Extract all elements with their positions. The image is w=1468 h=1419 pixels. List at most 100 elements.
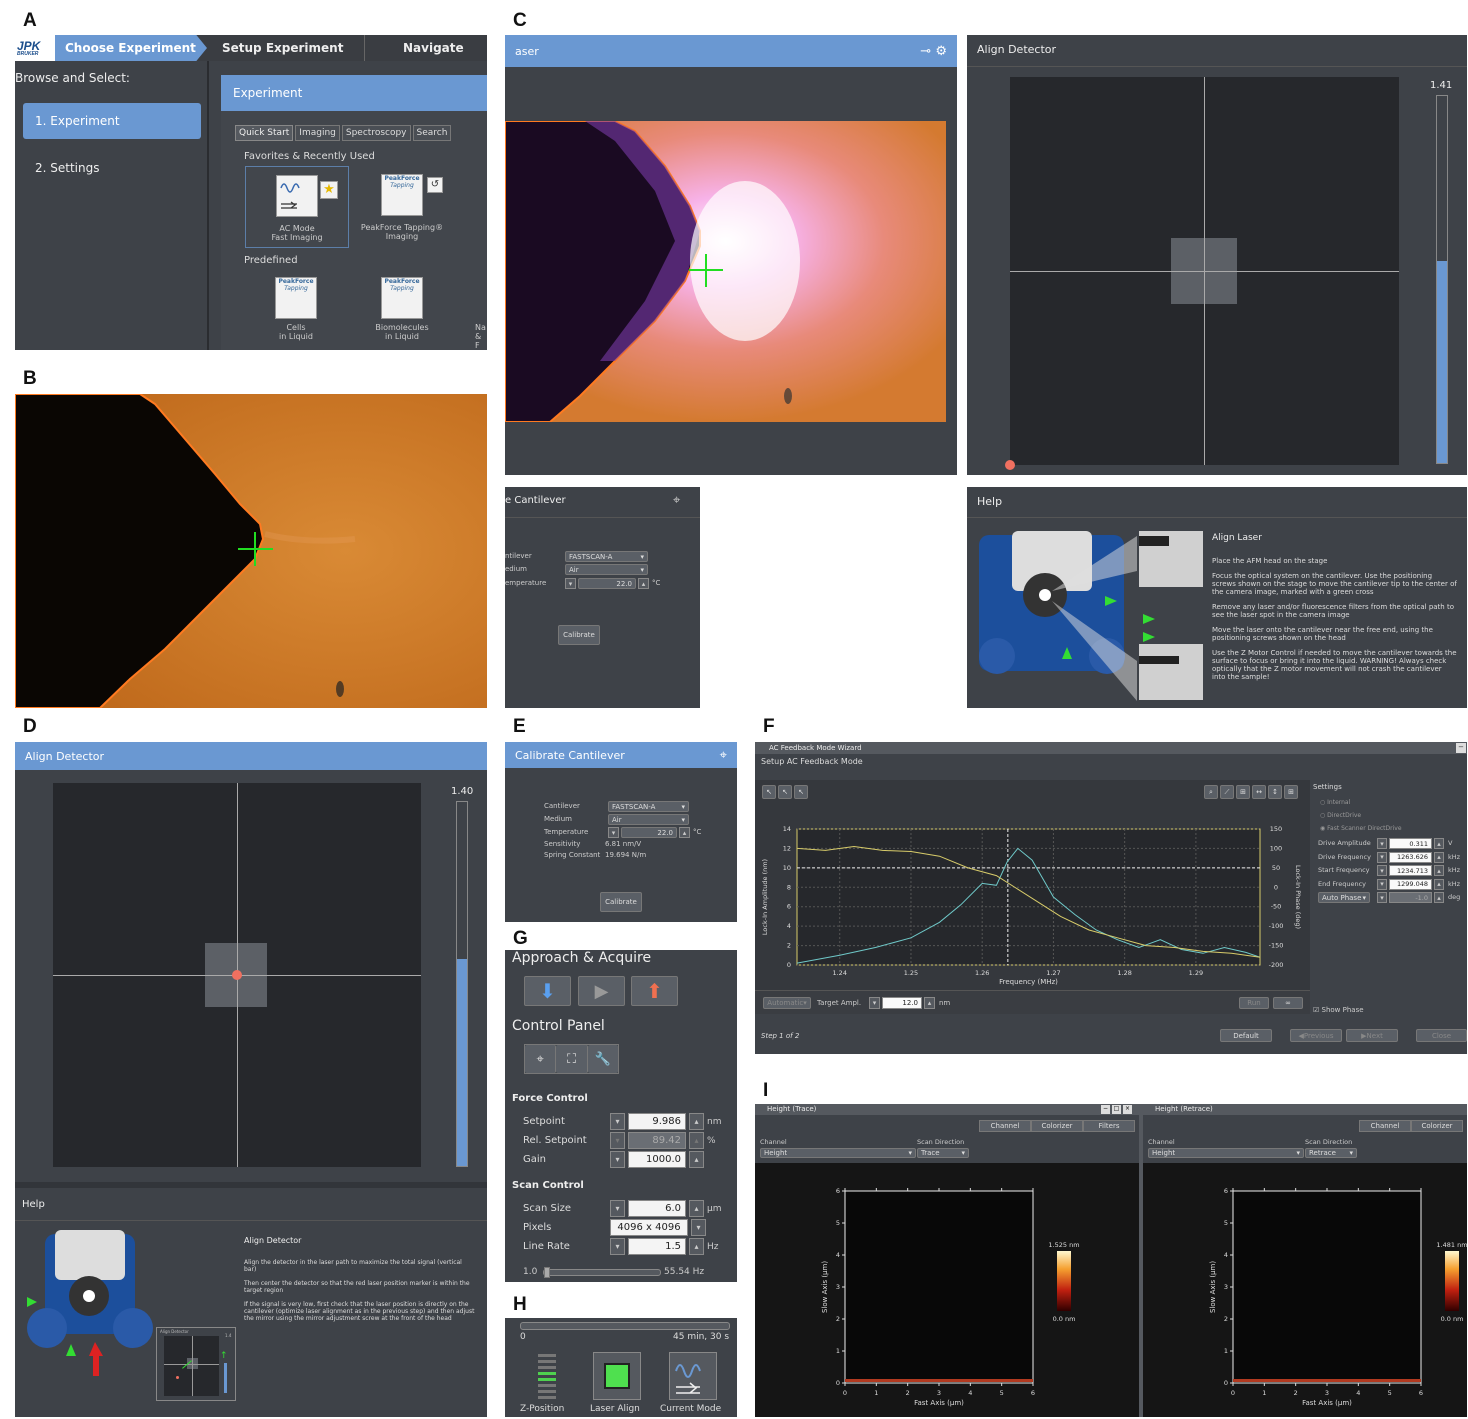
sidebar-item-experiment[interactable]: 1. Experiment	[23, 103, 201, 139]
image-tab[interactable]: Colorizer	[1031, 1120, 1083, 1132]
frame-tool-icon[interactable]: ⛶	[556, 1045, 588, 1073]
image-tab[interactable]: Filters	[1083, 1120, 1135, 1132]
cal-medium-select[interactable]: Air ▾	[565, 564, 648, 575]
line-tool-icon[interactable]: ⟋	[1220, 785, 1234, 799]
step-setup-experiment[interactable]: Setup Experiment	[215, 35, 365, 61]
wrench-icon[interactable]: 🔧	[587, 1045, 618, 1073]
setpoint-increment[interactable]: ▴	[689, 1113, 704, 1130]
radio-directdrive[interactable]: ○ DirectDrive	[1320, 812, 1361, 819]
step-navigate[interactable]: Navigate	[403, 35, 483, 61]
gain-field[interactable]: 1000.0	[628, 1151, 686, 1168]
maximize-icon[interactable]: □	[1112, 1105, 1121, 1114]
laser-align-icon[interactable]	[593, 1352, 641, 1400]
temp-increment[interactable]: ▴	[638, 578, 649, 589]
minimize-icon[interactable]: −	[1101, 1105, 1110, 1114]
next-button[interactable]: ▶ Next	[1346, 1029, 1398, 1042]
radio-fast-scanner[interactable]: ◉ Fast Scanner DirectDrive	[1320, 825, 1402, 832]
param-field[interactable]: 0.311	[1389, 838, 1432, 849]
param-decrement[interactable]: ▾	[1377, 865, 1387, 876]
e-temp-increment[interactable]: ▴	[679, 827, 690, 838]
radio-internal[interactable]: ○ Internal	[1320, 799, 1350, 806]
image-tab[interactable]: Channel	[1359, 1120, 1411, 1132]
pixels-dropdown[interactable]: ▾	[691, 1219, 706, 1236]
param-field[interactable]: 1263.626	[1389, 851, 1432, 863]
rel-setpoint-decrement[interactable]: ▾	[610, 1132, 625, 1149]
param-increment[interactable]: ▴	[1434, 865, 1444, 876]
gear-icon[interactable]: ⚙	[935, 44, 947, 59]
vrange-tool-icon[interactable]: ↕	[1268, 785, 1282, 799]
crosshair-icon-e[interactable]: ⌖	[720, 748, 727, 763]
param-increment[interactable]: ▴	[1434, 851, 1444, 863]
image-tab[interactable]: Colorizer	[1411, 1120, 1463, 1132]
select-tool-icon[interactable]: ↖	[762, 785, 776, 799]
cells-liquid-icon[interactable]: PeakForce Tapping	[275, 277, 317, 319]
image-tab[interactable]: Channel	[979, 1120, 1031, 1132]
sidebar-item-settings[interactable]: 2. Settings	[35, 161, 99, 175]
star-icon[interactable]: ★	[320, 181, 338, 199]
peakforce-imaging-icon[interactable]: PeakForce Tapping	[381, 174, 423, 216]
grid-toggle-icon[interactable]: ⊞	[1284, 785, 1298, 799]
pixels-select[interactable]: 4096 x 4096	[610, 1219, 688, 1236]
param-field[interactable]: -1.0	[1389, 892, 1432, 903]
setpoint-field[interactable]: 9.986	[628, 1113, 686, 1130]
cal-cantilever-select[interactable]: FASTSCAN-A ▾	[565, 551, 648, 562]
target-increment[interactable]: ▴	[924, 997, 935, 1009]
default-button[interactable]: Default	[1220, 1029, 1272, 1042]
scan-size-field[interactable]: 6.0	[628, 1200, 686, 1217]
previous-button[interactable]: ◀ Previous	[1290, 1029, 1342, 1042]
scan-size-increment[interactable]: ▴	[689, 1200, 704, 1217]
tab-imaging[interactable]: Imaging	[295, 125, 340, 141]
history-icon[interactable]: ↺	[427, 177, 443, 193]
target-field[interactable]: 12.0	[882, 997, 922, 1009]
scan-size-decrement[interactable]: ▾	[610, 1200, 625, 1217]
line-rate-decrement[interactable]: ▾	[610, 1238, 625, 1255]
pin-icon[interactable]: ⊸	[920, 44, 931, 59]
close-button[interactable]: Close	[1416, 1029, 1467, 1042]
channel-select[interactable]: Height ▾	[760, 1148, 916, 1158]
tab-quick-start[interactable]: Quick Start	[235, 125, 294, 141]
param-decrement[interactable]: ▾	[1377, 838, 1387, 849]
channel-select[interactable]: Height ▾	[1148, 1148, 1304, 1158]
step-choose-experiment[interactable]: Choose Experiment	[55, 35, 207, 61]
calibrate-button[interactable]: Calibrate	[558, 625, 600, 645]
e-temp-decrement[interactable]: ▾	[608, 827, 619, 838]
scan-direction-select[interactable]: Trace ▾	[917, 1148, 969, 1158]
biomolecules-liquid-icon[interactable]: PeakForce Tapping	[381, 277, 423, 319]
crosshair-tool-icon[interactable]: ⌖	[525, 1045, 557, 1073]
line-rate-slider[interactable]	[543, 1267, 661, 1278]
automatic-select[interactable]: Automatic ▾	[763, 997, 811, 1009]
param-increment[interactable]: ▴	[1434, 878, 1444, 890]
gain-increment[interactable]: ▴	[689, 1151, 704, 1168]
scan-direction-select[interactable]: Retrace ▾	[1305, 1148, 1357, 1158]
e-medium-select[interactable]: Air ▾	[608, 814, 689, 825]
gain-decrement[interactable]: ▾	[610, 1151, 625, 1168]
cal-temperature-field[interactable]: 22.0	[578, 578, 636, 589]
e-calibrate-button[interactable]: Calibrate	[600, 892, 642, 912]
play-button[interactable]: ▶	[578, 976, 625, 1006]
param-increment[interactable]: ▴	[1434, 838, 1444, 849]
rel-setpoint-field[interactable]: 89.42	[628, 1132, 686, 1149]
show-phase-checkbox[interactable]: ☑ Show Phase	[1313, 1006, 1364, 1014]
slider-handle[interactable]	[544, 1267, 550, 1278]
auto-phase-select[interactable]: Auto Phase ▾	[1318, 892, 1370, 903]
current-mode-icon[interactable]	[669, 1352, 717, 1400]
setpoint-decrement[interactable]: ▾	[610, 1113, 625, 1130]
infinity-button[interactable]: ∞	[1273, 997, 1303, 1009]
tab-search[interactable]: Search	[412, 125, 452, 141]
param-increment[interactable]: ▴	[1434, 892, 1444, 903]
rel-setpoint-increment[interactable]: ▴	[689, 1132, 704, 1149]
grid-tool-icon[interactable]: ⊞	[1236, 785, 1250, 799]
line-rate-field[interactable]: 1.5	[628, 1238, 686, 1255]
e-cantilever-select[interactable]: FASTSCAN-A ▾	[608, 801, 689, 812]
temp-decrement[interactable]: ▾	[565, 578, 576, 589]
favorite-ac-mode[interactable]: ★ AC Mode Fast Imaging	[245, 166, 349, 248]
tab-spectroscopy[interactable]: Spectroscopy	[341, 125, 411, 141]
zoom-icon[interactable]: ⌕	[1204, 785, 1218, 799]
param-decrement[interactable]: ▾	[1377, 892, 1387, 903]
param-decrement[interactable]: ▾	[1377, 878, 1387, 890]
target-decrement[interactable]: ▾	[869, 997, 880, 1009]
e-temperature-field[interactable]: 22.0	[621, 827, 677, 838]
run-button[interactable]: Run	[1239, 997, 1269, 1009]
minimize-icon[interactable]: −	[1456, 743, 1466, 753]
retract-button[interactable]: ⬆	[631, 976, 678, 1006]
